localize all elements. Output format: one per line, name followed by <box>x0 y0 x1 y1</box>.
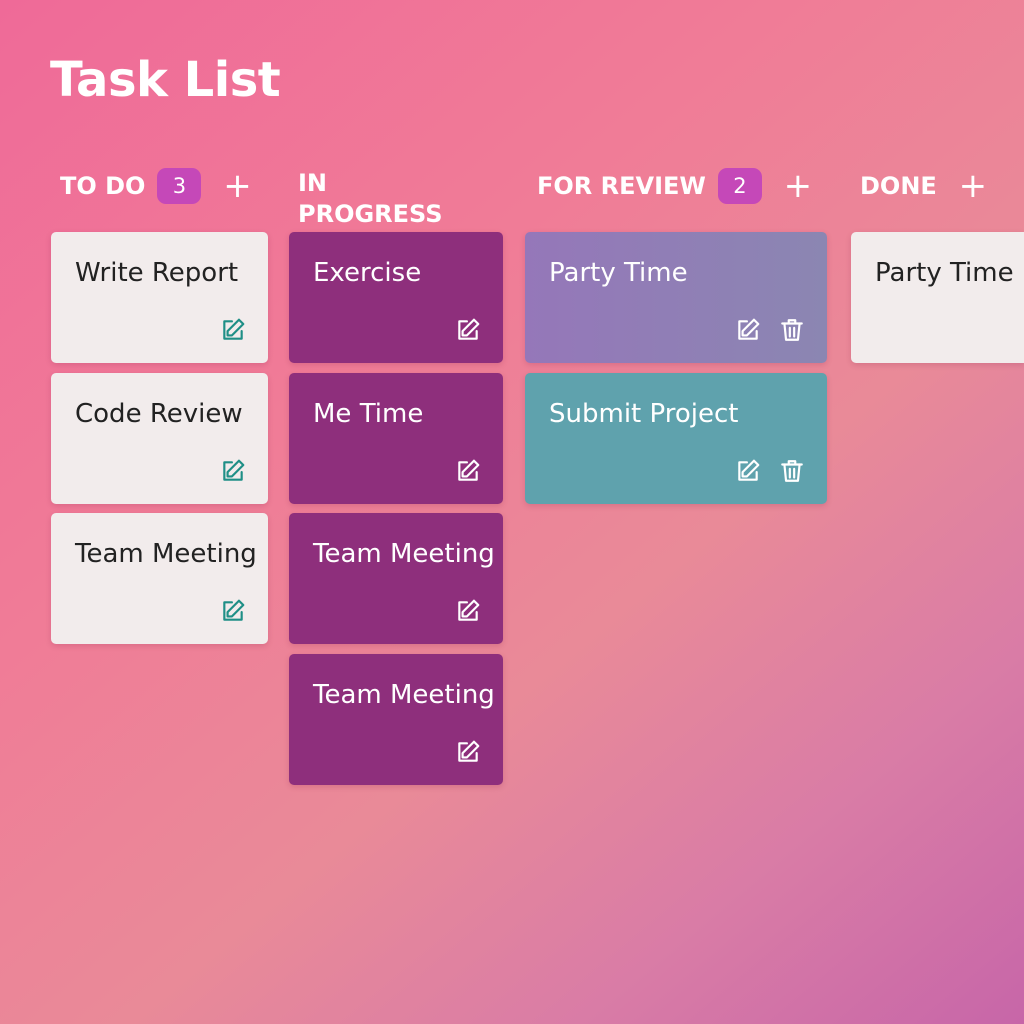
task-count-badge-todo: 3 <box>157 168 202 204</box>
task-card-title: Code Review <box>75 399 243 429</box>
task-card-title: Party Time <box>875 258 1014 288</box>
task-card[interactable]: Code Review <box>51 373 268 504</box>
edit-icon[interactable] <box>455 739 481 765</box>
task-card-title: Party Time <box>549 258 688 288</box>
trash-icon[interactable] <box>779 458 805 484</box>
task-card[interactable]: Team Meeting <box>289 513 503 644</box>
column-header-for-review: FOR REVIEW 2 + <box>537 168 814 204</box>
add-task-button-done[interactable]: + <box>957 169 989 203</box>
page-title: Task List <box>50 52 281 108</box>
edit-icon[interactable] <box>220 458 246 484</box>
edit-icon[interactable] <box>735 458 761 484</box>
card-actions <box>455 458 481 484</box>
card-actions <box>220 317 246 343</box>
task-card[interactable]: Exercise <box>289 232 503 363</box>
task-card[interactable]: Me Time <box>289 373 503 504</box>
task-card-title: Team Meeting <box>313 539 495 569</box>
card-actions <box>455 739 481 765</box>
task-card[interactable]: Party Time <box>525 232 827 363</box>
column-title-for-review: FOR REVIEW <box>537 171 706 200</box>
edit-icon[interactable] <box>220 598 246 624</box>
column-header-in-progress: IN PROGRESS <box>298 168 468 234</box>
task-card[interactable]: Write Report <box>51 232 268 363</box>
task-count-badge-for-review: 2 <box>717 168 762 204</box>
trash-icon[interactable] <box>779 317 805 343</box>
edit-icon[interactable] <box>735 317 761 343</box>
task-card[interactable]: Team Meeting <box>289 654 503 785</box>
column-header-done: DONE + <box>860 168 989 204</box>
card-actions <box>455 317 481 343</box>
column-title-todo: TO DO <box>60 171 146 200</box>
task-card-title: Write Report <box>75 258 239 288</box>
card-actions <box>735 317 805 343</box>
column-header-todo: TO DO 3 + <box>60 168 253 204</box>
task-card-title: Team Meeting <box>313 680 495 710</box>
card-actions <box>220 458 246 484</box>
edit-icon[interactable] <box>455 598 481 624</box>
task-card[interactable]: Team Meeting <box>51 513 268 644</box>
task-card-title: Team Meeting <box>75 539 257 569</box>
card-actions <box>455 598 481 624</box>
task-card[interactable]: Submit Project <box>525 373 827 504</box>
task-card-title: Me Time <box>313 399 424 429</box>
task-card[interactable]: Party Time <box>851 232 1024 363</box>
edit-icon[interactable] <box>455 317 481 343</box>
column-title-in-progress: IN PROGRESS <box>298 169 443 228</box>
task-card-title: Submit Project <box>549 399 739 429</box>
edit-icon[interactable] <box>455 458 481 484</box>
add-task-button-todo[interactable]: + <box>221 169 253 203</box>
add-task-button-for-review[interactable]: + <box>782 169 814 203</box>
card-actions <box>220 598 246 624</box>
task-card-title: Exercise <box>313 258 422 288</box>
card-actions <box>735 458 805 484</box>
edit-icon[interactable] <box>220 317 246 343</box>
column-title-done: DONE <box>860 171 937 200</box>
